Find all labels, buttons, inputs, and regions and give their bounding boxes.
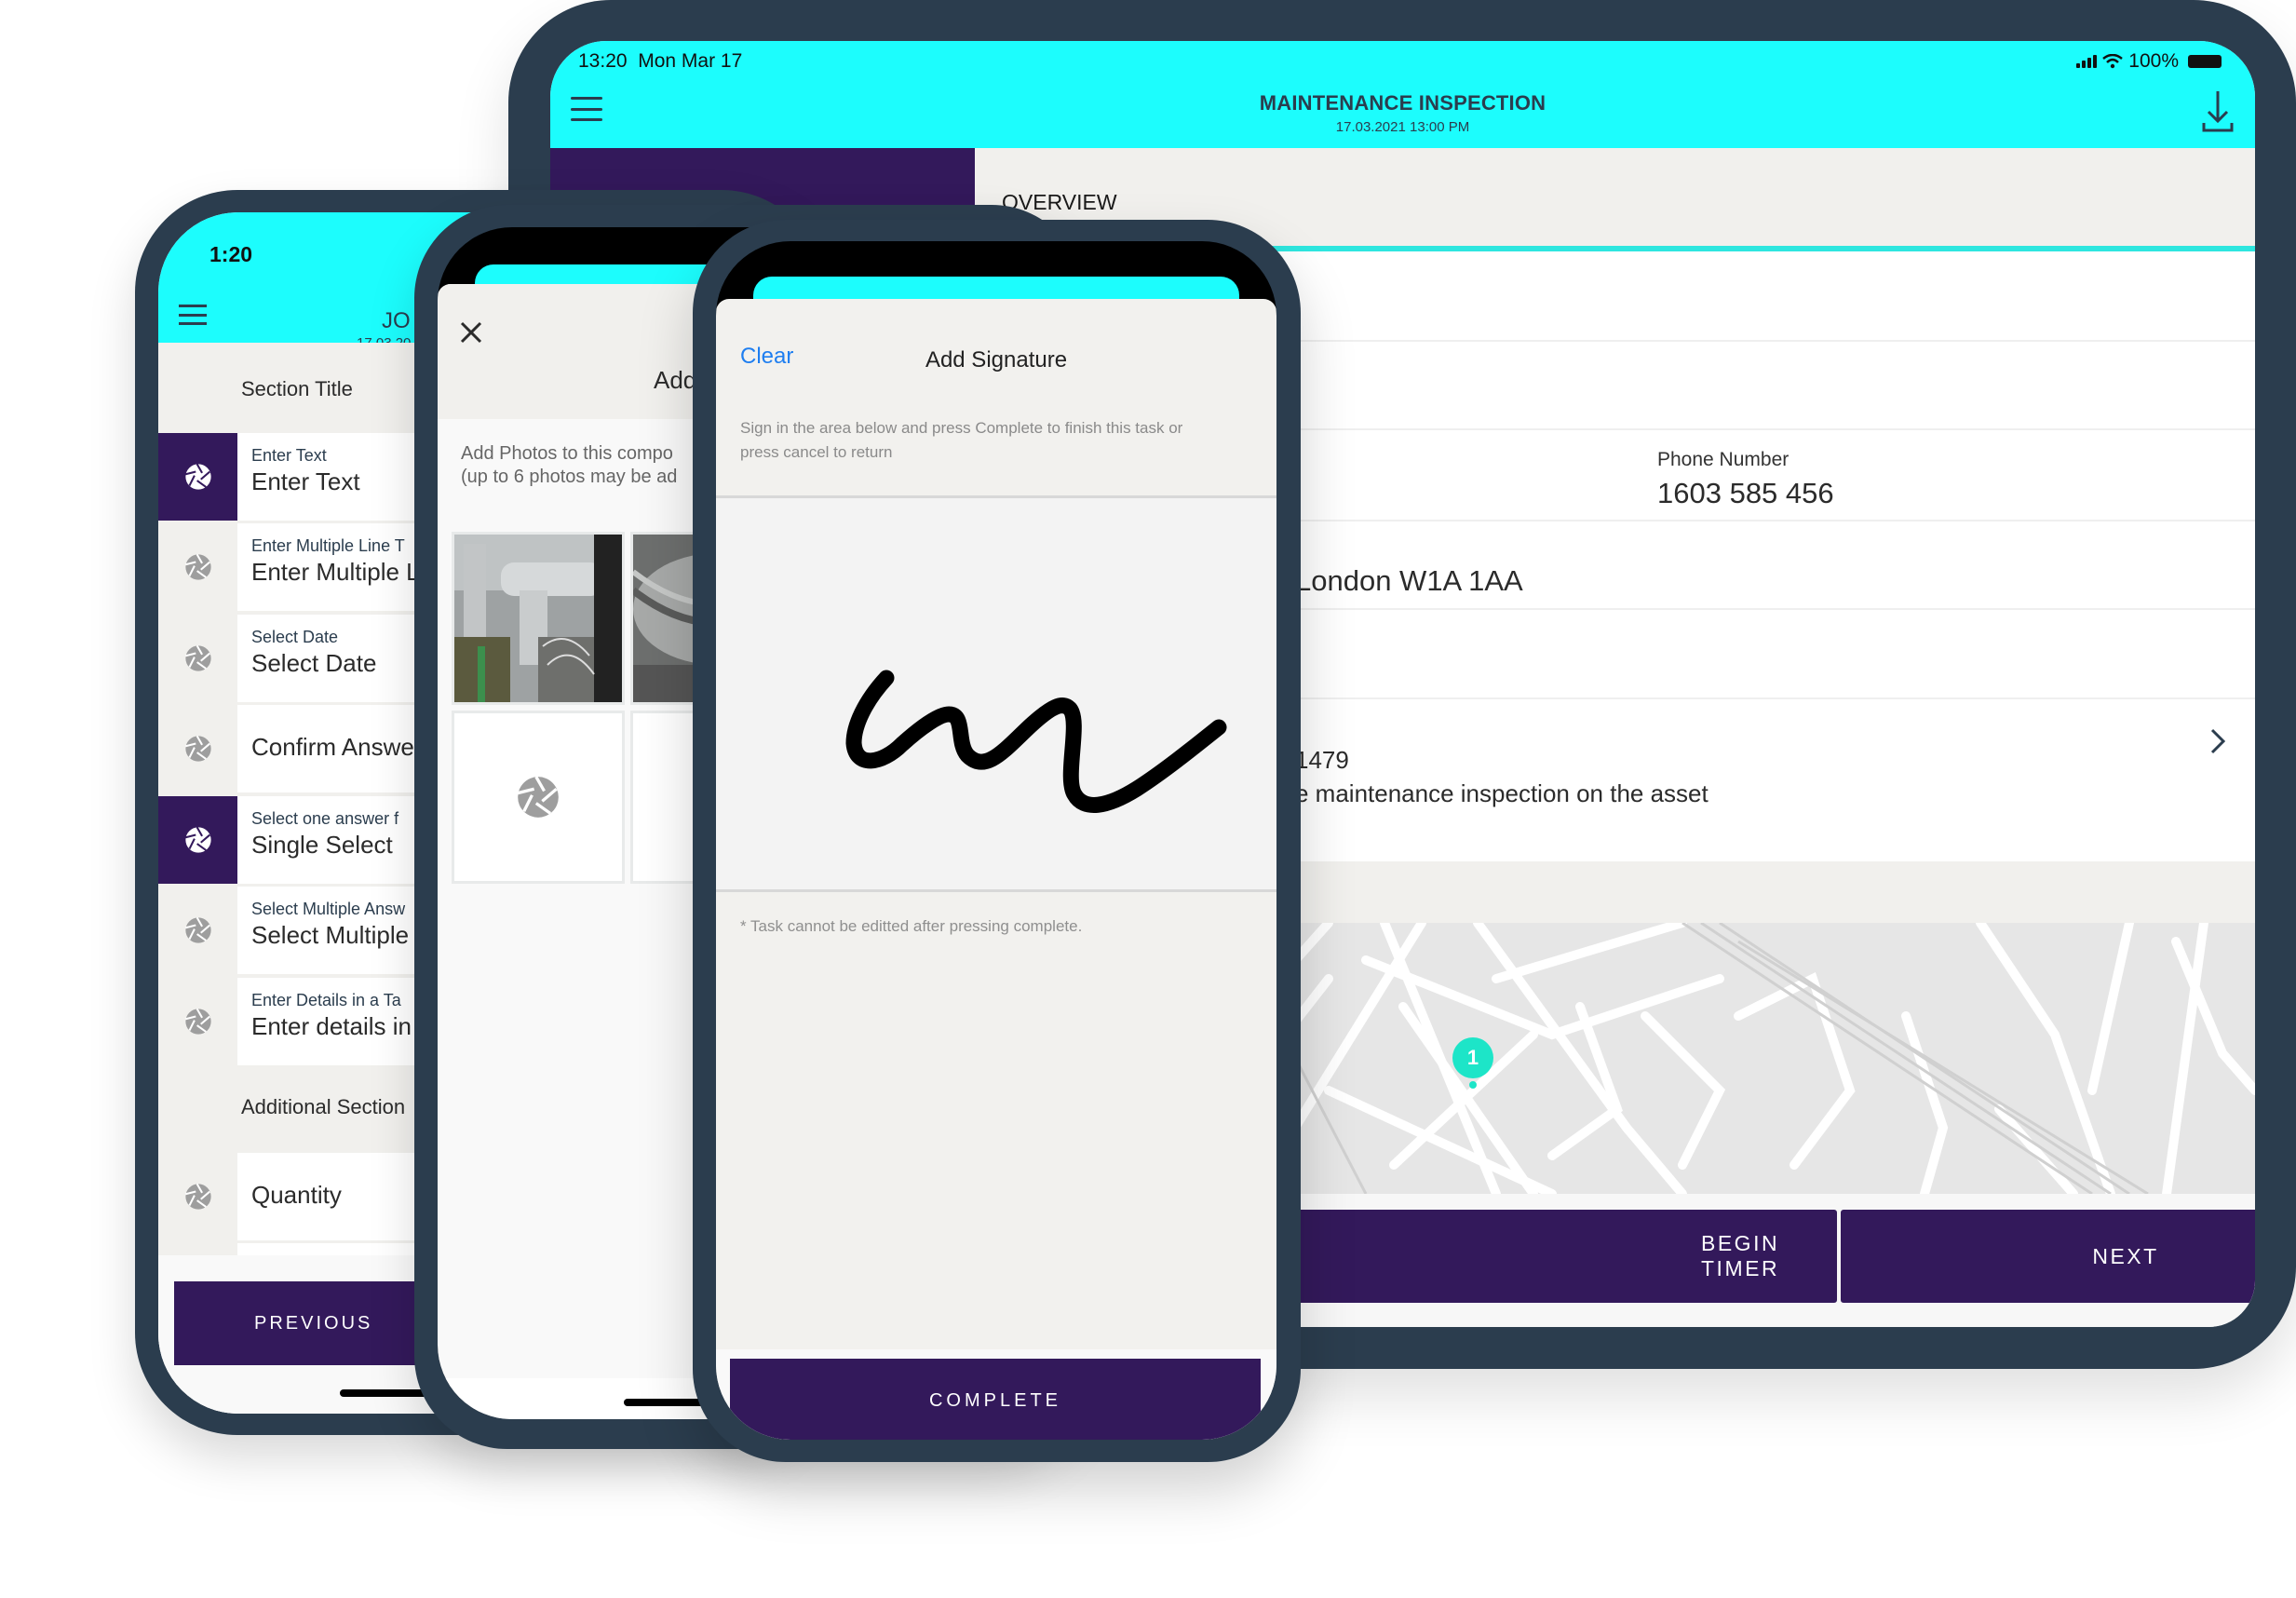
status-clock: 1:20 (209, 242, 253, 266)
signature-sheet: Add Signature Clear Sign in the area bel… (716, 299, 1276, 1440)
shutter-icon (158, 523, 237, 611)
camera-shutter-icon (516, 775, 560, 819)
phone-number-label: Phone Number (1657, 449, 1790, 470)
complete-warning: * Task cannot be editted after pressing … (740, 917, 1083, 935)
map-marker[interactable]: 1 (1452, 1037, 1493, 1078)
complete-button[interactable]: COMPLETE (730, 1359, 1261, 1440)
signature-pad[interactable] (716, 495, 1276, 892)
camera-shutter-icon (184, 1183, 212, 1211)
shutter-icon (158, 887, 237, 974)
map-marker-dot (1469, 1081, 1477, 1089)
page-title: MAINTENANCE INSPECTION (1259, 91, 1546, 115)
photo-image (454, 535, 622, 702)
phone-front-screen: Add Signature Clear Sign in the area bel… (716, 241, 1276, 1440)
clear-button[interactable]: Clear (740, 344, 793, 370)
download-icon[interactable] (2201, 89, 2235, 134)
shutter-icon (158, 615, 237, 702)
shutter-icon (158, 433, 237, 521)
page-subtitle: 17.03.2021 13:00 PM (1335, 119, 1470, 135)
shutter-icon (158, 796, 237, 884)
status-date: Mon Mar 17 (638, 50, 743, 72)
sheet-title: Add Signature (925, 347, 1068, 372)
status-clock: 13:20 (578, 50, 628, 72)
signature-hint: Sign in the area below and press Complet… (740, 419, 1183, 461)
phone-front-device: Add Signature Clear Sign in the area bel… (693, 220, 1301, 1462)
signature-stroke (845, 670, 1227, 813)
signal-icon (2076, 55, 2098, 68)
wifi-icon (2102, 54, 2124, 69)
status-indicators: 100% (2076, 50, 2222, 73)
camera-shutter-icon (184, 644, 212, 672)
battery-percent: 100% (2128, 50, 2179, 72)
camera-shutter-icon (184, 553, 212, 581)
shutter-icon (158, 978, 237, 1065)
map-marker-label: 1 (1466, 1046, 1479, 1069)
job-title: JO (382, 308, 411, 333)
camera-shutter-icon (184, 735, 212, 763)
camera-shutter-icon (184, 1008, 212, 1036)
close-icon[interactable] (458, 319, 484, 345)
add-photo-slot[interactable] (452, 711, 625, 884)
photo-thumbnail[interactable] (452, 532, 625, 705)
asset-id: 1479 (1295, 746, 1349, 774)
shutter-icon (158, 1153, 237, 1240)
camera-shutter-icon (184, 826, 212, 854)
hamburger-menu-icon[interactable] (179, 305, 207, 325)
chevron-right-icon[interactable] (2208, 725, 2228, 757)
camera-shutter-icon (184, 916, 212, 944)
tablet-header: 13:20 Mon Mar 17 100% MAINTENANCE INSPEC… (550, 41, 2255, 148)
status-time: 13:20 Mon Mar 17 (578, 50, 742, 73)
address-value: London W1A 1AA (1295, 564, 1523, 597)
additional-section-title: Additional Section (241, 1095, 406, 1118)
battery-icon (2188, 55, 2222, 68)
shutter-icon (158, 705, 237, 792)
section-title: Section Title (241, 377, 353, 400)
camera-shutter-icon (184, 463, 212, 491)
next-button[interactable]: NEXT (1841, 1210, 2255, 1303)
sheet-title: Add (654, 366, 697, 394)
asset-description: e maintenance inspection on the asset (1295, 779, 1708, 807)
phone-number-value: 1603 585 456 (1657, 477, 1834, 509)
